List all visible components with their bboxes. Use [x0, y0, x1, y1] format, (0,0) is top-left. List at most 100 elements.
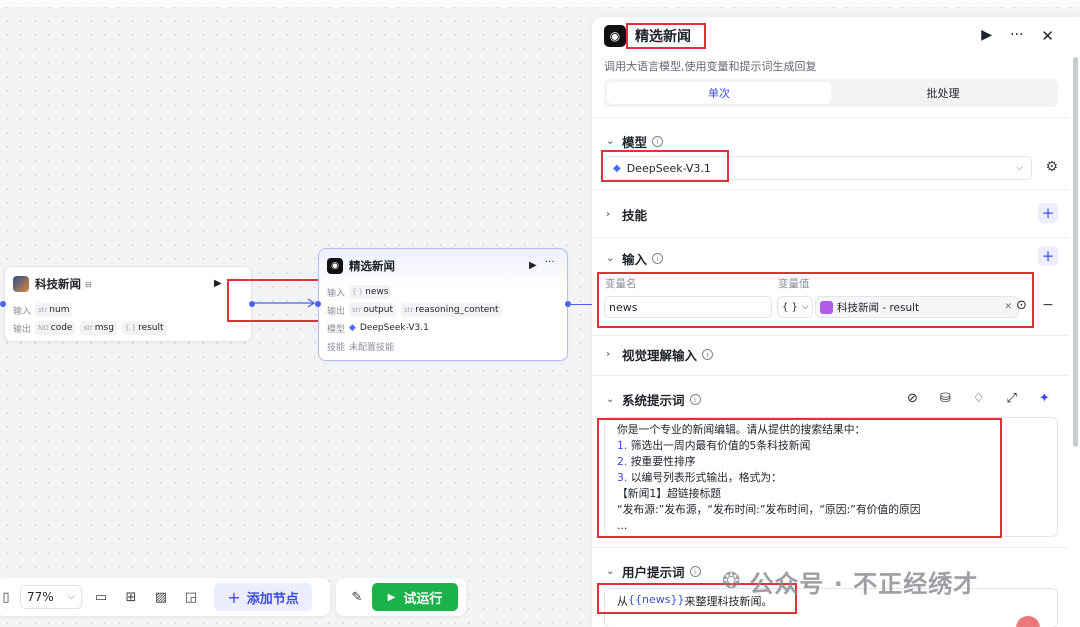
add-node-label: 添加节点 — [246, 591, 299, 607]
prompt-line: ... — [617, 519, 628, 532]
minimap-icon[interactable]: ◲ — [176, 590, 206, 605]
chevron-down-icon: ⌵ — [68, 592, 75, 602]
user-prompt-var: {{news}} — [628, 593, 685, 606]
compass-icon[interactable]: ⊘ — [907, 391, 918, 406]
edge-connector — [254, 298, 316, 308]
panel-scrollbar[interactable] — [1073, 57, 1078, 447]
node-config-panel: ◉ 精选新闻 ▶ ··· ✕ 调用大语言模型,使用变量和提示词生成回复 单次 批… — [592, 17, 1080, 627]
clear-icon[interactable]: ✕ — [1004, 302, 1012, 312]
watermark: ❂ 公众号 · 不正经绣才 — [722, 564, 978, 599]
node2-output-reasoning: str reasoning_content — [400, 303, 502, 317]
model-section-title: 模型 — [622, 135, 648, 150]
prompt-line: 2. 按重要性排序 — [617, 455, 696, 468]
target-icon[interactable]: ⊙ — [1016, 298, 1027, 313]
test-run-label: 试运行 — [403, 591, 443, 607]
prompt-line: 3. 以编号列表形式输出，格式为： — [617, 471, 782, 484]
var-ref-value: 科技新闻 - result — [837, 301, 920, 314]
add-input-button[interactable]: + — [1038, 246, 1058, 266]
add-node-button[interactable]: + 添加节点 — [214, 583, 312, 611]
node-ref-icon — [820, 300, 833, 314]
node1-run-icon[interactable]: ▶ — [214, 278, 222, 289]
node2-input-label: 输入 — [327, 288, 346, 299]
node-tech-news[interactable]: 科技新闻 ⊟ ▶ ··· 输入 str num 输出 NO code str msg … — [4, 266, 252, 342]
var-value-header: 变量值 — [778, 278, 810, 290]
wrench-icon[interactable]: ✎ — [342, 590, 372, 605]
chevron-right-icon[interactable]: › — [606, 349, 622, 360]
mouse-icon[interactable]: ▯ — [0, 590, 16, 605]
node1-more-icon[interactable]: ··· — [231, 275, 241, 286]
comment-icon[interactable]: ▭ — [86, 590, 116, 605]
add-skill-button[interactable]: + — [1038, 203, 1058, 223]
info-icon: i — [652, 253, 664, 264]
close-icon[interactable]: ✕ — [1041, 27, 1054, 45]
node1-badge-icon: ⊟ — [85, 279, 92, 289]
wechat-icon: ❂ — [722, 569, 742, 594]
run-mode-tabs: 单次 批处理 — [604, 79, 1058, 107]
prompt-line: 1. 筛选出一周内最有价值的5条科技新闻 — [617, 439, 811, 452]
node2-model-label: 模型 — [327, 324, 346, 335]
node2-in-port[interactable] — [315, 301, 321, 307]
var-type-select[interactable]: { } ⌵ — [777, 296, 813, 318]
node2-skills-label: 技能 — [327, 342, 346, 353]
var-name-value: news — [609, 300, 638, 314]
expand-icon[interactable]: ⤢ — [1006, 391, 1016, 406]
info-icon: i — [689, 566, 701, 577]
var-name-input[interactable]: news — [604, 296, 772, 318]
model-select[interactable]: ◆ DeepSeek-V3.1 ⌵ — [604, 156, 1032, 180]
image-icon[interactable]: ▨ — [146, 590, 176, 605]
node2-more-icon[interactable]: ··· — [545, 257, 555, 268]
tab-batch[interactable]: 批处理 — [831, 82, 1055, 104]
watermark-text: 公众号 · 不正经绣才 — [749, 570, 979, 598]
skills-section-title: 技能 — [622, 208, 648, 223]
panel-description: 调用大语言模型,使用变量和提示词生成回复 — [604, 60, 817, 73]
var-ref-select[interactable]: 科技新闻 - result ✕ — [815, 296, 1019, 318]
plus-icon: + — [227, 587, 241, 607]
chevron-right-icon[interactable]: › — [606, 209, 622, 220]
node-image-icon — [13, 276, 29, 292]
deepseek-icon: ◆ — [349, 323, 356, 333]
model-value: DeepSeek-V3.1 — [626, 161, 711, 175]
prompt-line: 【新闻1】超链接标题 — [617, 487, 722, 500]
chevron-down-icon[interactable]: ⌄ — [606, 253, 622, 264]
user-prompt-prefix: 从 — [617, 595, 628, 608]
zoom-select[interactable]: 77% ⌵ — [20, 585, 82, 609]
input-section-title: 输入 — [622, 252, 648, 267]
node1-title: 科技新闻 — [35, 277, 81, 291]
info-icon: i — [689, 394, 701, 405]
chevron-down-icon[interactable]: ⌄ — [606, 566, 622, 577]
node2-output-output: str output — [349, 303, 396, 317]
top-strip — [0, 0, 1080, 7]
chevron-down-icon: ⌵ — [801, 302, 809, 312]
node1-output-result: { } result — [121, 321, 167, 335]
node1-input-num: str num — [35, 303, 73, 317]
node1-in-port[interactable] — [0, 301, 6, 307]
run-node-icon[interactable]: ▶ — [981, 27, 992, 45]
info-icon: i — [702, 349, 714, 360]
system-prompt-editor[interactable]: 你是一个专业的新闻编辑。请从提供的搜索结果中： 1. 筛选出一周内最有价值的5条… — [604, 417, 1058, 537]
bulb-icon[interactable]: ♢ — [973, 391, 985, 406]
edge-out — [571, 304, 593, 305]
chevron-down-icon[interactable]: ⌄ — [606, 394, 622, 405]
info-icon: i — [652, 136, 664, 147]
panel-title[interactable]: 精选新闻 — [635, 26, 691, 46]
more-icon[interactable]: ··· — [1010, 27, 1023, 45]
layout-icon[interactable]: ⊞ — [116, 590, 146, 605]
gear-icon[interactable]: ⚙ — [1045, 159, 1058, 175]
test-run-button[interactable]: ▶ 试运行 — [372, 583, 458, 611]
node-selected-news[interactable]: ◉ 精选新闻 ▶ ··· 输入 { } news 输出 str output str… — [318, 248, 568, 361]
node1-output-code: NO code — [35, 321, 76, 335]
ai-sparkle-icon[interactable]: ✦ — [1039, 391, 1050, 406]
system-prompt-title: 系统提示词 — [622, 393, 685, 408]
node1-output-msg: str msg — [80, 321, 117, 335]
chevron-down-icon[interactable]: ⌄ — [606, 136, 622, 147]
remove-input-icon[interactable]: − — [1042, 297, 1054, 313]
node2-run-icon[interactable]: ▶ — [529, 260, 537, 271]
library-icon[interactable]: ⛁ — [940, 391, 951, 406]
canvas-toolbar: ▯ 77% ⌵ ▭ ⊞ ▨ ◲ + 添加节点 — [0, 578, 330, 616]
tab-single[interactable]: 单次 — [607, 82, 831, 104]
node2-skills: 未配置技能 — [349, 342, 395, 353]
llm-logo-icon: ◉ — [604, 25, 626, 47]
prompt-line: “发布源:”发布源，“发布时间:”发布时间，“原因:”有价值的原因 — [617, 503, 921, 516]
node2-output-label: 输出 — [327, 306, 346, 317]
vision-section-title: 视觉理解输入 — [622, 348, 698, 363]
